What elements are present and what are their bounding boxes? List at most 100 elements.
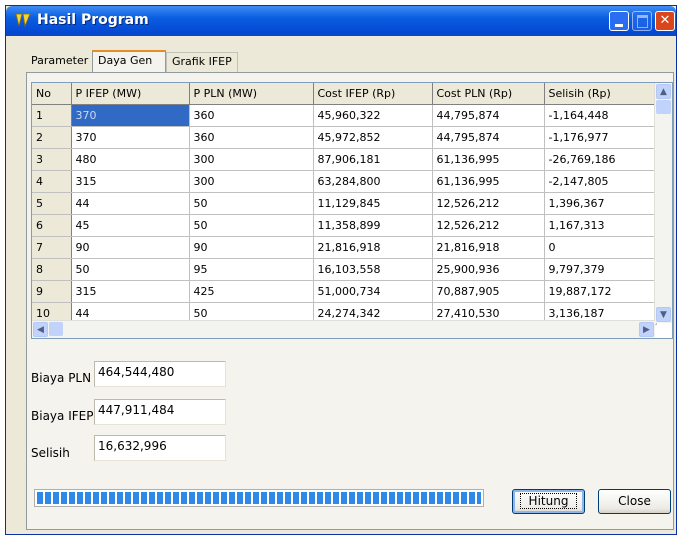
selisih-label: Selisih	[31, 446, 70, 460]
cell-p-ifep[interactable]: 370	[71, 126, 190, 149]
cell-p-pln[interactable]: 300	[189, 170, 314, 193]
cell-p-ifep[interactable]: 44	[71, 192, 190, 215]
biaya-ifep-field[interactable]: 447,911,484	[94, 399, 226, 425]
row-number[interactable]: 1	[32, 104, 72, 127]
cell-cost-pln[interactable]: 44,795,874	[432, 104, 545, 127]
cell-cost-ifep[interactable]: 11,129,845	[313, 192, 433, 215]
cell-cost-ifep[interactable]: 63,284,800	[313, 170, 433, 193]
app-icon	[15, 13, 31, 28]
selisih-field[interactable]: 16,632,996	[94, 435, 226, 461]
table-row[interactable]: 5 44 50 11,129,845 12,526,212 1,396,367	[32, 192, 657, 215]
row-number[interactable]: 5	[32, 192, 72, 215]
cell-cost-pln[interactable]: 12,526,212	[432, 192, 545, 215]
row-number[interactable]: 7	[32, 236, 72, 259]
close-button[interactable]: Close	[598, 489, 671, 514]
grid-header-row: No P IFEP (MW) P PLN (MW) Cost IFEP (Rp)…	[32, 83, 657, 105]
cell-p-pln[interactable]: 360	[189, 126, 314, 149]
table-row[interactable]: 8 50 95 16,103,558 25,900,936 9,797,379	[32, 258, 657, 281]
cell-p-pln[interactable]: 300	[189, 148, 314, 171]
biaya-pln-field[interactable]: 464,544,480	[94, 361, 226, 387]
table-row[interactable]: 7 90 90 21,816,918 21,816,918 0	[32, 236, 657, 259]
cell-selisih[interactable]: 9,797,379	[544, 258, 657, 281]
table-row[interactable]: 1 370 360 45,960,322 44,795,874 -1,164,4…	[32, 104, 657, 127]
cell-p-pln[interactable]: 90	[189, 236, 314, 259]
cell-selisih[interactable]: -1,164,448	[544, 104, 657, 127]
vertical-scrollbar[interactable]: ▲ ▼	[654, 83, 672, 323]
daya-gen-panel: No P IFEP (MW) P PLN (MW) Cost IFEP (Rp)…	[26, 72, 674, 530]
biaya-pln-label: Biaya PLN	[31, 371, 92, 385]
column-header-p-pln[interactable]: P PLN (MW)	[189, 83, 314, 105]
column-header-no[interactable]: No	[32, 83, 72, 105]
tab-daya-gen[interactable]: Daya Gen	[92, 50, 166, 72]
horizontal-scroll-thumb[interactable]	[49, 322, 63, 336]
cell-selisih[interactable]: -26,769,186	[544, 148, 657, 171]
cell-cost-pln[interactable]: 61,136,995	[432, 148, 545, 171]
cell-selisih[interactable]: 0	[544, 236, 657, 259]
scroll-right-icon[interactable]: ▶	[639, 322, 654, 337]
table-row[interactable]: 4 315 300 63,284,800 61,136,995 -2,147,8…	[32, 170, 657, 193]
results-grid[interactable]: No P IFEP (MW) P PLN (MW) Cost IFEP (Rp)…	[31, 82, 673, 339]
row-number[interactable]: 2	[32, 126, 72, 149]
scroll-up-icon[interactable]: ▲	[656, 84, 671, 99]
cell-selisih[interactable]: 1,167,313	[544, 214, 657, 237]
column-header-p-ifep[interactable]: P IFEP (MW)	[71, 83, 190, 105]
column-header-cost-ifep[interactable]: Cost IFEP (Rp)	[313, 83, 433, 105]
hitung-button[interactable]: Hitung	[512, 489, 585, 514]
horizontal-scrollbar[interactable]: ◀ ▶	[32, 320, 655, 338]
maximize-button[interactable]	[632, 11, 652, 31]
hitung-button-label: Hitung	[519, 493, 578, 509]
row-number[interactable]: 9	[32, 280, 72, 303]
table-row[interactable]: 2 370 360 45,972,852 44,795,874 -1,176,9…	[32, 126, 657, 149]
cell-cost-ifep[interactable]: 87,906,181	[313, 148, 433, 171]
cell-cost-pln[interactable]: 44,795,874	[432, 126, 545, 149]
cell-cost-ifep[interactable]: 45,972,852	[313, 126, 433, 149]
column-header-selisih[interactable]: Selisih (Rp)	[544, 83, 657, 105]
close-window-button[interactable]: ✕	[655, 11, 675, 31]
cell-p-pln[interactable]: 50	[189, 192, 314, 215]
cell-cost-pln[interactable]: 21,816,918	[432, 236, 545, 259]
cell-cost-ifep[interactable]: 21,816,918	[313, 236, 433, 259]
row-number[interactable]: 4	[32, 170, 72, 193]
table-row[interactable]: 9 315 425 51,000,734 70,887,905 19,887,1…	[32, 280, 657, 303]
cell-p-ifep[interactable]: 315	[71, 280, 190, 303]
window-title: Hasil Program	[37, 12, 149, 28]
tab-grafik-ifep[interactable]: Grafik IFEP	[166, 52, 238, 72]
title-bar[interactable]: Hasil Program ✕	[6, 6, 676, 36]
cell-cost-pln[interactable]: 12,526,212	[432, 214, 545, 237]
row-number[interactable]: 8	[32, 258, 72, 281]
cell-p-ifep[interactable]: 370	[71, 104, 190, 127]
cell-selisih[interactable]: -2,147,805	[544, 170, 657, 193]
cell-p-ifep[interactable]: 50	[71, 258, 190, 281]
vertical-scroll-thumb[interactable]	[656, 100, 671, 114]
cell-p-pln[interactable]: 50	[189, 214, 314, 237]
cell-selisih[interactable]: -1,176,977	[544, 126, 657, 149]
scroll-left-icon[interactable]: ◀	[33, 322, 48, 337]
column-header-cost-pln[interactable]: Cost PLN (Rp)	[432, 83, 545, 105]
cell-selisih[interactable]: 1,396,367	[544, 192, 657, 215]
cell-p-ifep[interactable]: 45	[71, 214, 190, 237]
cell-selisih[interactable]: 19,887,172	[544, 280, 657, 303]
cell-cost-ifep[interactable]: 45,960,322	[313, 104, 433, 127]
cell-cost-ifep[interactable]: 11,358,899	[313, 214, 433, 237]
row-number[interactable]: 3	[32, 148, 72, 171]
cell-cost-ifep[interactable]: 51,000,734	[313, 280, 433, 303]
biaya-ifep-label: Biaya IFEP	[31, 409, 94, 423]
table-row[interactable]: 3 480 300 87,906,181 61,136,995 -26,769,…	[32, 148, 657, 171]
minimize-button[interactable]	[609, 11, 629, 31]
close-button-label: Close	[618, 494, 651, 508]
cell-p-ifep[interactable]: 90	[71, 236, 190, 259]
scroll-down-icon[interactable]: ▼	[656, 307, 671, 322]
cell-cost-pln[interactable]: 70,887,905	[432, 280, 545, 303]
cell-cost-ifep[interactable]: 16,103,558	[313, 258, 433, 281]
table-row[interactable]: 6 45 50 11,358,899 12,526,212 1,167,313	[32, 214, 657, 237]
row-number[interactable]: 6	[32, 214, 72, 237]
cell-p-ifep[interactable]: 480	[71, 148, 190, 171]
tab-parameter[interactable]: Parameter	[26, 52, 92, 72]
cell-p-pln[interactable]: 360	[189, 104, 314, 127]
cell-cost-pln[interactable]: 61,136,995	[432, 170, 545, 193]
cell-p-ifep[interactable]: 315	[71, 170, 190, 193]
cell-p-pln[interactable]: 425	[189, 280, 314, 303]
cell-cost-pln[interactable]: 25,900,936	[432, 258, 545, 281]
progress-bar	[34, 489, 484, 507]
cell-p-pln[interactable]: 95	[189, 258, 314, 281]
